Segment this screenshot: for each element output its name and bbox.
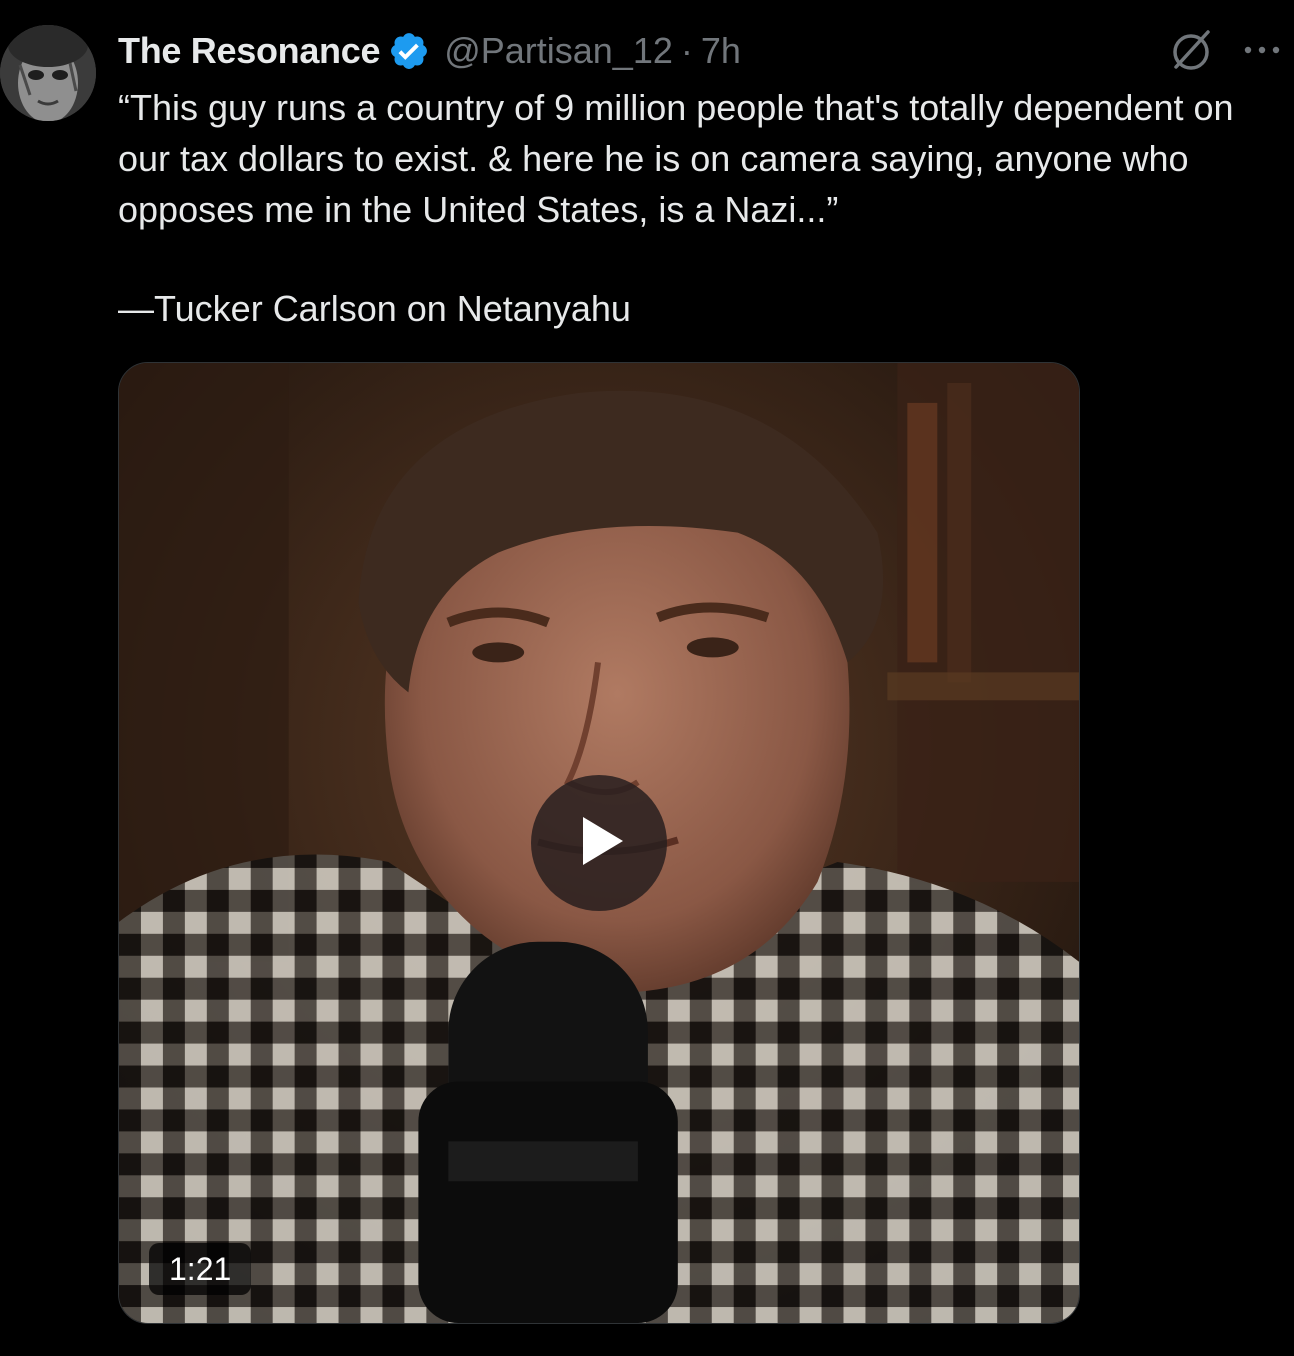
tweet-attribution: —Tucker Carlson on Netanyahu [118,288,631,329]
more-options-icon[interactable] [1240,38,1284,62]
avatar-image [0,25,96,121]
grok-slash-circle-icon[interactable] [1166,26,1216,76]
play-button[interactable] [531,775,667,911]
play-icon [569,811,629,876]
video-player[interactable]: 1:21 [118,362,1080,1324]
tweet-header: The Resonance @Partisan_12 · 7h [118,28,741,74]
tweet-quote: “This guy runs a country of 9 million pe… [118,87,1234,230]
separator-dot: · [680,30,693,71]
author-display-name[interactable]: The Resonance [118,30,380,72]
tweet[interactable]: The Resonance @Partisan_12 · 7h “This gu… [0,0,1294,1356]
author-handle[interactable]: @Partisan_12 [444,30,673,72]
avatar[interactable] [0,25,96,121]
verified-badge-icon[interactable] [388,30,430,72]
tweet-text: “This guy runs a country of 9 million pe… [118,82,1268,334]
video-duration-badge: 1:21 [149,1243,252,1295]
post-timestamp[interactable]: 7h [701,30,741,72]
